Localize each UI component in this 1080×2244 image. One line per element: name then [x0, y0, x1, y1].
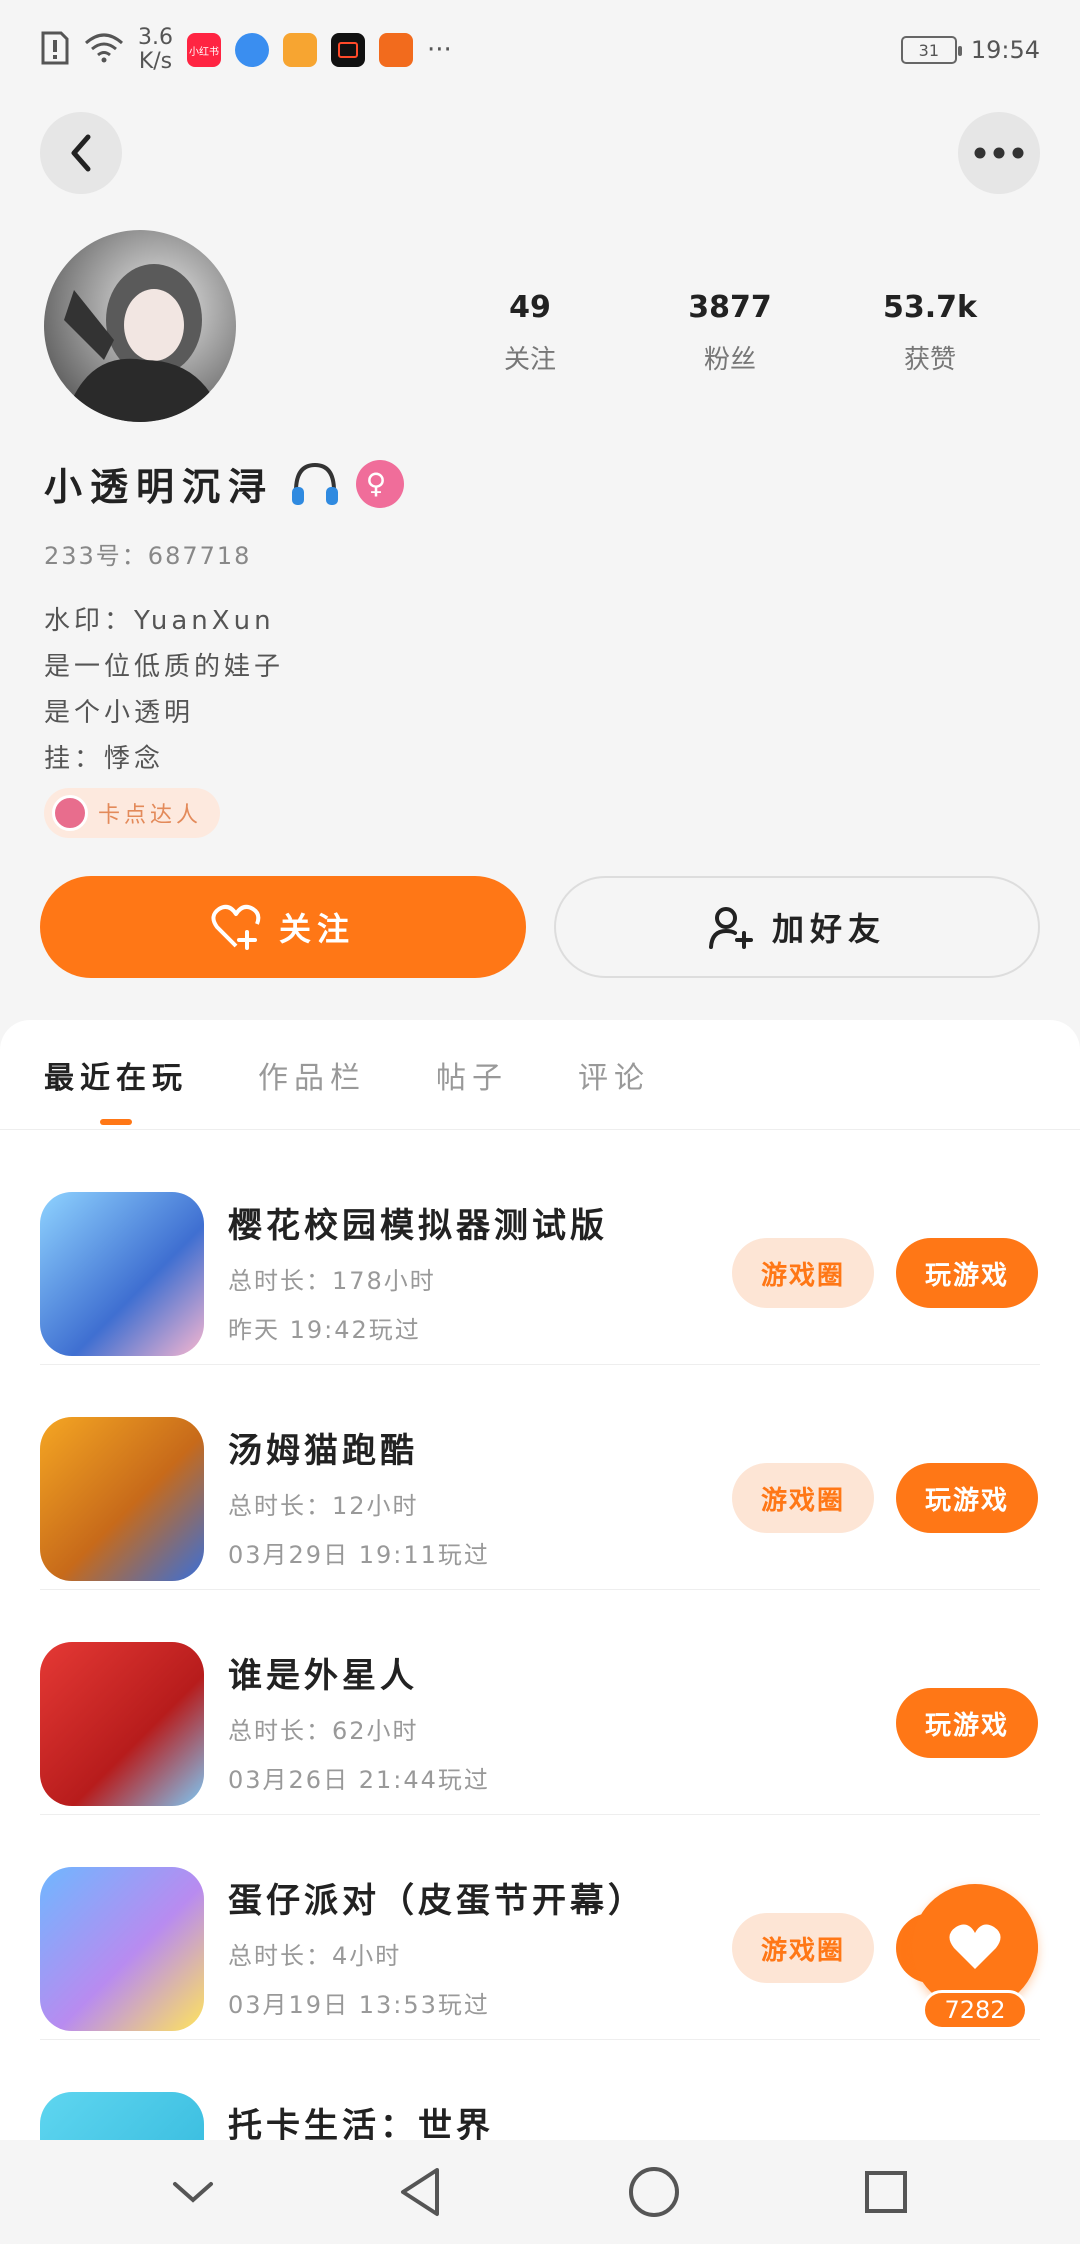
speed-unit: K/s — [138, 49, 173, 74]
more-button[interactable] — [958, 112, 1040, 194]
username: 小透明沉浔 — [44, 465, 275, 509]
achievement-badge[interactable]: 卡点达人 — [44, 788, 221, 838]
game-duration: 总时长：62小时 — [228, 1717, 419, 1745]
heart-plus-icon — [211, 904, 261, 950]
tab-recent-games[interactable]: 最近在玩 — [44, 1053, 188, 1125]
bio-line: 挂：悸念 — [44, 744, 165, 774]
play-game-button[interactable]: 玩游戏 — [896, 1238, 1038, 1308]
chevron-left-icon — [71, 134, 91, 172]
heart-icon — [949, 1924, 1001, 1969]
content-panel: 最近在玩 作品栏 帖子 评论 樱花校园模拟器测试版 总时长：178小时 昨天 1… — [0, 1020, 1080, 2244]
follow-label: 关注 — [278, 910, 355, 948]
game-title: 蛋仔派对（皮蛋节开幕） — [228, 1881, 646, 1921]
game-last-played: 昨天 19:42玩过 — [228, 1316, 421, 1344]
network-speed: 3.6 K/s — [138, 26, 173, 74]
recents-square-icon[interactable] — [863, 2169, 909, 2215]
xiaohongshu-icon: 小红书 — [187, 33, 221, 67]
game-icon — [40, 1867, 204, 2031]
username-row: 小透明沉浔 ♀ — [44, 456, 405, 511]
avatar[interactable] — [44, 230, 236, 422]
stat-label: 粉丝 — [703, 345, 756, 375]
follow-button[interactable]: 关注 — [40, 876, 526, 978]
home-circle-icon[interactable] — [627, 2165, 681, 2219]
back-triangle-icon[interactable] — [397, 2166, 445, 2218]
stat-label: 获赞 — [903, 345, 956, 375]
game-circle-button[interactable]: 游戏圈 — [732, 1913, 874, 1983]
bio: 水印：YuanXun 是一位低质的娃子 是个小透明 挂：悸念 — [44, 598, 284, 782]
clock: 19:54 — [970, 36, 1040, 64]
stat-value: 53.7k — [883, 290, 977, 325]
system-nav-bar — [0, 2140, 1080, 2244]
game-circle-button[interactable]: 游戏圈 — [732, 1463, 874, 1533]
status-bar: 3.6 K/s 小红书 ··· 31 19:54 — [0, 0, 1080, 100]
game-circle-button[interactable]: 游戏圈 — [732, 1238, 874, 1308]
stat-value: 49 — [509, 290, 551, 325]
app-icon-2 — [379, 33, 413, 67]
bio-line: 水印：YuanXun — [44, 606, 275, 636]
add-friend-label: 加好友 — [771, 910, 886, 948]
game-list: 樱花校园模拟器测试版 总时长：178小时 昨天 19:42玩过 游戏圈 玩游戏 … — [0, 1140, 1080, 2244]
game-last-played: 03月26日 21:44玩过 — [228, 1766, 490, 1794]
game-duration: 总时长：178小时 — [228, 1267, 436, 1295]
game-title: 汤姆猫跑酷 — [228, 1431, 418, 1471]
list-item[interactable]: 谁是外星人 总时长：62小时 03月26日 21:44玩过 玩游戏 — [40, 1590, 1040, 1815]
stat-value: 3877 — [688, 290, 772, 325]
game-duration: 总时长：4小时 — [228, 1942, 402, 1970]
user-id[interactable]: 233号：687718 — [44, 536, 251, 571]
list-item[interactable]: 蛋仔派对（皮蛋节开幕） 总时长：4小时 03月19日 13:53玩过 游戏圈 — [40, 1815, 1040, 2040]
game-info: 汤姆猫跑酷 总时长：12小时 03月29日 19:11玩过 — [228, 1423, 688, 1570]
back-button[interactable] — [40, 112, 122, 194]
game-info: 樱花校园模拟器测试版 总时长：178小时 昨天 19:42玩过 — [228, 1198, 688, 1345]
add-friend-button[interactable]: 加好友 — [554, 876, 1040, 978]
game-last-played: 03月29日 19:11玩过 — [228, 1541, 490, 1569]
stat-likes[interactable]: 53.7k 获赞 — [860, 290, 1000, 376]
add-user-icon — [708, 907, 753, 949]
profile-stats: 49 关注 3877 粉丝 53.7k 获赞 — [460, 290, 1000, 376]
chevron-down-icon[interactable] — [171, 2180, 215, 2204]
stat-followers[interactable]: 3877 粉丝 — [660, 290, 800, 376]
badge-label: 卡点达人 — [98, 803, 203, 828]
more-notifications-icon: ··· — [427, 35, 452, 65]
battery-icon: 31 — [900, 36, 962, 64]
game-title: 樱花校园模拟器测试版 — [228, 1206, 608, 1246]
badge-icon — [52, 795, 88, 831]
stat-following[interactable]: 49 关注 — [460, 290, 600, 376]
play-game-button[interactable]: 玩游戏 — [896, 1688, 1038, 1758]
list-item[interactable]: 汤姆猫跑酷 总时长：12小时 03月29日 19:11玩过 游戏圈 玩游戏 — [40, 1365, 1040, 1590]
tab-comments[interactable]: 评论 — [578, 1053, 650, 1097]
game-last-played: 03月19日 13:53玩过 — [228, 1991, 490, 2019]
like-count: 7282 — [922, 1990, 1028, 2030]
headphones-icon — [292, 462, 339, 505]
battery-level: 31 — [918, 40, 939, 60]
female-icon: ♀ — [356, 459, 405, 508]
bio-line: 是个小透明 — [44, 698, 195, 728]
bio-line: 是一位低质的娃子 — [44, 652, 285, 682]
wifi-icon — [84, 33, 124, 67]
game-icon — [40, 1192, 204, 1356]
more-dots-icon — [974, 147, 1024, 159]
video-icon — [331, 33, 365, 67]
app-icon — [283, 33, 317, 67]
tab-bar: 最近在玩 作品栏 帖子 评论 — [0, 1020, 1080, 1130]
game-title: 谁是外星人 — [228, 1656, 418, 1696]
tab-works[interactable]: 作品栏 — [258, 1053, 366, 1097]
browser-icon — [235, 33, 269, 67]
game-info: 谁是外星人 总时长：62小时 03月26日 21:44玩过 — [228, 1648, 688, 1795]
game-info: 蛋仔派对（皮蛋节开幕） 总时长：4小时 03月19日 13:53玩过 — [228, 1873, 688, 2020]
play-game-button[interactable]: 玩游戏 — [896, 1463, 1038, 1533]
tab-posts[interactable]: 帖子 — [436, 1053, 508, 1097]
game-duration: 总时长：12小时 — [228, 1492, 419, 1520]
list-item[interactable]: 樱花校园模拟器测试版 总时长：178小时 昨天 19:42玩过 游戏圈 玩游戏 — [40, 1140, 1040, 1365]
avatar-image — [64, 264, 224, 422]
notification-icon — [40, 31, 70, 69]
game-icon — [40, 1642, 204, 1806]
game-icon — [40, 1417, 204, 1581]
speed-value: 3.6 — [138, 25, 173, 50]
stat-label: 关注 — [503, 345, 556, 375]
